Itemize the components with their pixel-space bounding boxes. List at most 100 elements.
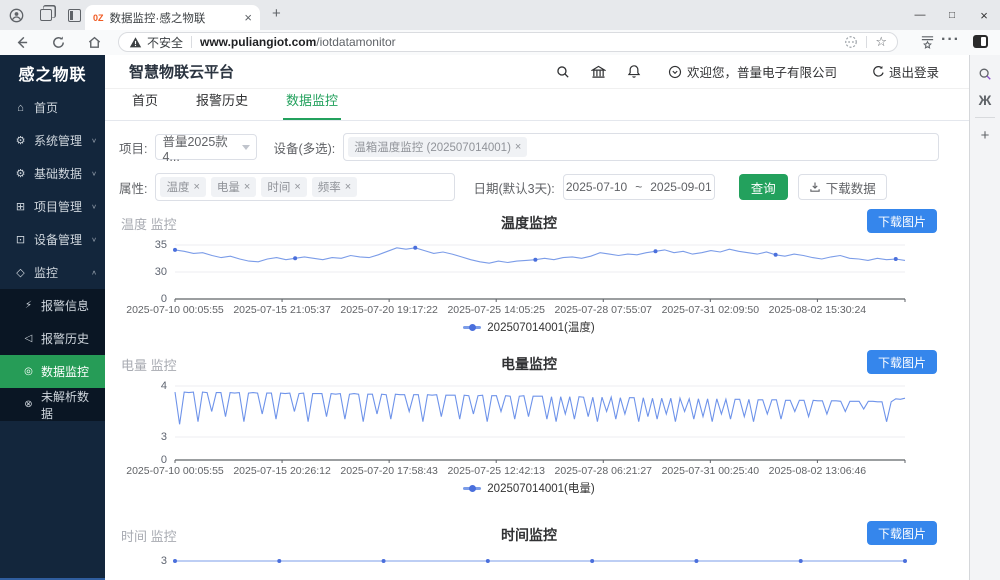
new-tab-button[interactable]: + [272, 5, 281, 22]
app-header: 智慧物联云平台 欢迎您，普量电子有限公司 退出登录 [105, 55, 969, 89]
bell-icon[interactable] [627, 64, 641, 79]
query-button[interactable]: 查询 [739, 174, 788, 200]
sidebar-item-monitoring[interactable]: ◇ 监控 ∧ [0, 256, 105, 289]
battery-plot[interactable]: 430 [175, 382, 905, 464]
x-axis-tick: 2025-07-10 00:05:55 [126, 304, 224, 316]
main-area: 智慧物联云平台 欢迎您，普量电子有限公司 退出登录 首页 报警历史 数据监控 项… [105, 55, 969, 580]
account-menu[interactable]: 欢迎您，普量电子有限公司 [668, 62, 837, 81]
search-icon[interactable] [556, 65, 570, 79]
chart-title: 温度监控 [119, 213, 939, 233]
y-axis-tick: 30 [115, 266, 167, 278]
remove-tag-icon[interactable]: × [515, 141, 521, 153]
logout-button[interactable]: 退出登录 [872, 62, 939, 81]
browser-toolbar: 不安全 www.puliangiot.com/iotdatamonitor ☆ … [0, 30, 1000, 56]
sidebar-item-alarm-info[interactable]: ⚡ 报警信息 [0, 289, 105, 322]
sidebar-item-device-mgmt[interactable]: ⊡ 设备管理 ∨ [0, 223, 105, 256]
tag-icon: ◇ [14, 266, 27, 279]
close-button[interactable]: × [968, 0, 1000, 30]
attribute-multiselect[interactable]: 温度× 电量× 时间× 频率× [155, 173, 455, 201]
browser-tab[interactable]: 0Z 数据监控·感之物联 × [85, 5, 260, 30]
url-domain: www.puliangiot.com [200, 35, 316, 49]
chevron-down-icon: ∨ [91, 137, 97, 144]
organization-icon[interactable] [591, 65, 606, 79]
favorite-star-icon[interactable]: ☆ [875, 34, 887, 50]
time-plot[interactable]: 32.5 [175, 553, 905, 580]
collections-icon[interactable] [920, 34, 935, 49]
sidebar-item-data-monitoring[interactable]: ◎ 数据监控 [0, 355, 105, 388]
sidebar-item-project-mgmt[interactable]: ⊞ 项目管理 ∨ [0, 190, 105, 223]
attr-tag: 时间× [261, 177, 306, 197]
x-axis-tick: 2025-07-20 17:58:43 [340, 465, 438, 477]
browser-profile-icon[interactable] [8, 7, 24, 23]
tab-data-monitoring[interactable]: 数据监控 [283, 90, 341, 120]
lightning-icon: ⚡ [22, 300, 35, 311]
chart-title: 电量监控 [119, 354, 939, 374]
platform-title: 智慧物联云平台 [129, 61, 234, 82]
x-axis-tick: 2025-08-02 13:06:46 [769, 465, 867, 477]
browser-tab-strip: 0Z 数据监控·感之物联 × + — □ × [0, 0, 1000, 30]
project-select[interactable]: 普量2025款4... [155, 134, 257, 160]
sidebar-search-icon[interactable] [970, 61, 1000, 87]
sidebar-toggle-icon[interactable] [973, 35, 988, 48]
tab-home[interactable]: 首页 [129, 90, 161, 120]
home-icon[interactable] [86, 34, 103, 51]
x-axis-tick: 2025-07-28 06:21:27 [555, 465, 653, 477]
tab-alarm-history[interactable]: 报警历史 [193, 90, 251, 120]
remove-tag-icon[interactable]: × [244, 181, 250, 193]
x-axis-tick: 2025-08-02 15:30:24 [769, 304, 867, 316]
y-axis-tick: 35 [115, 239, 167, 251]
device-icon: ⊡ [14, 233, 27, 246]
tracking-prevention-icon[interactable] [844, 35, 858, 49]
back-icon[interactable] [13, 34, 30, 51]
not-secure-warning-icon [129, 36, 142, 49]
minimize-button[interactable]: — [904, 0, 936, 30]
shield-x-icon: ⊗ [22, 399, 35, 410]
sidebar-item-system-mgmt[interactable]: ⚙ 系统管理 ∨ [0, 124, 105, 157]
sidebar-item-unparsed-data[interactable]: ⊗ 未解析数据 [0, 388, 105, 421]
shield-check-icon: ◎ [22, 366, 35, 377]
home-icon: ⌂ [14, 102, 27, 114]
project-label: 项目: [119, 138, 147, 157]
attr-tag: 温度× [160, 177, 205, 197]
legend-line-icon [463, 487, 481, 490]
date-start: 2025-07-10 [566, 180, 627, 194]
chevron-up-icon: ∧ [91, 269, 97, 276]
download-image-button[interactable]: 下载图片 [867, 209, 937, 233]
add-sidebar-item-icon[interactable]: + [970, 122, 1000, 148]
x-axis-tick: 2025-07-31 00:25:40 [662, 465, 760, 477]
remove-tag-icon[interactable]: × [345, 181, 351, 193]
remove-tag-icon[interactable]: × [193, 181, 199, 193]
more-menu-icon[interactable]: ··· [941, 31, 960, 49]
sidebar-item-home[interactable]: ⌂ 首页 [0, 91, 105, 124]
chart-legend[interactable]: 202507014001(电量) [119, 481, 939, 495]
refresh-icon[interactable] [50, 34, 67, 51]
x-axis-tick: 2025-07-15 20:26:12 [233, 465, 331, 477]
download-image-button[interactable]: 下载图片 [867, 350, 937, 374]
tab-close-icon[interactable]: × [244, 10, 252, 25]
translate-extension-icon[interactable]: Ж [970, 87, 1000, 113]
maximize-button[interactable]: □ [936, 0, 968, 30]
download-image-button[interactable]: 下载图片 [867, 521, 937, 545]
date-range-input[interactable]: 2025-07-10 ~ 2025-09-01 [563, 174, 715, 200]
download-data-button[interactable]: 下载数据 [798, 174, 887, 200]
x-axis-tick: 2025-07-15 21:05:37 [233, 304, 331, 316]
device-tag: 温箱温度监控 (202507014001) × [348, 137, 527, 157]
y-axis-tick: 3 [115, 431, 167, 443]
tab-groups-icon[interactable] [38, 7, 54, 23]
chevron-down-icon: ∨ [91, 170, 97, 177]
device-label: 设备(多选): [273, 138, 335, 157]
sidebar-item-basic-data[interactable]: ⚙ 基础数据 ∨ [0, 157, 105, 190]
chart-legend[interactable]: 202507014001(温度) [119, 320, 939, 334]
tab-title: 数据监控·感之物联 [110, 10, 239, 26]
filter-row-attrs: 属性: 温度× 电量× 时间× 频率× 日期(默认3天): 2025-07-10… [119, 173, 939, 201]
app-logo: 感之物联 [0, 55, 105, 91]
device-multiselect[interactable]: 温箱温度监控 (202507014001) × [343, 133, 939, 161]
remove-tag-icon[interactable]: × [294, 181, 300, 193]
url-bar[interactable]: 不安全 www.puliangiot.com/iotdatamonitor ☆ [118, 32, 898, 52]
vertical-tabs-icon[interactable] [66, 7, 82, 23]
temperature-plot[interactable]: 35300 [175, 241, 905, 303]
x-axis-tick: 2025-07-31 02:09:50 [662, 304, 760, 316]
edge-sidebar-strip: Ж + [969, 55, 1000, 580]
sidebar-item-alarm-history[interactable]: ◁ 报警历史 [0, 322, 105, 355]
attribute-label: 属性: [119, 178, 147, 197]
